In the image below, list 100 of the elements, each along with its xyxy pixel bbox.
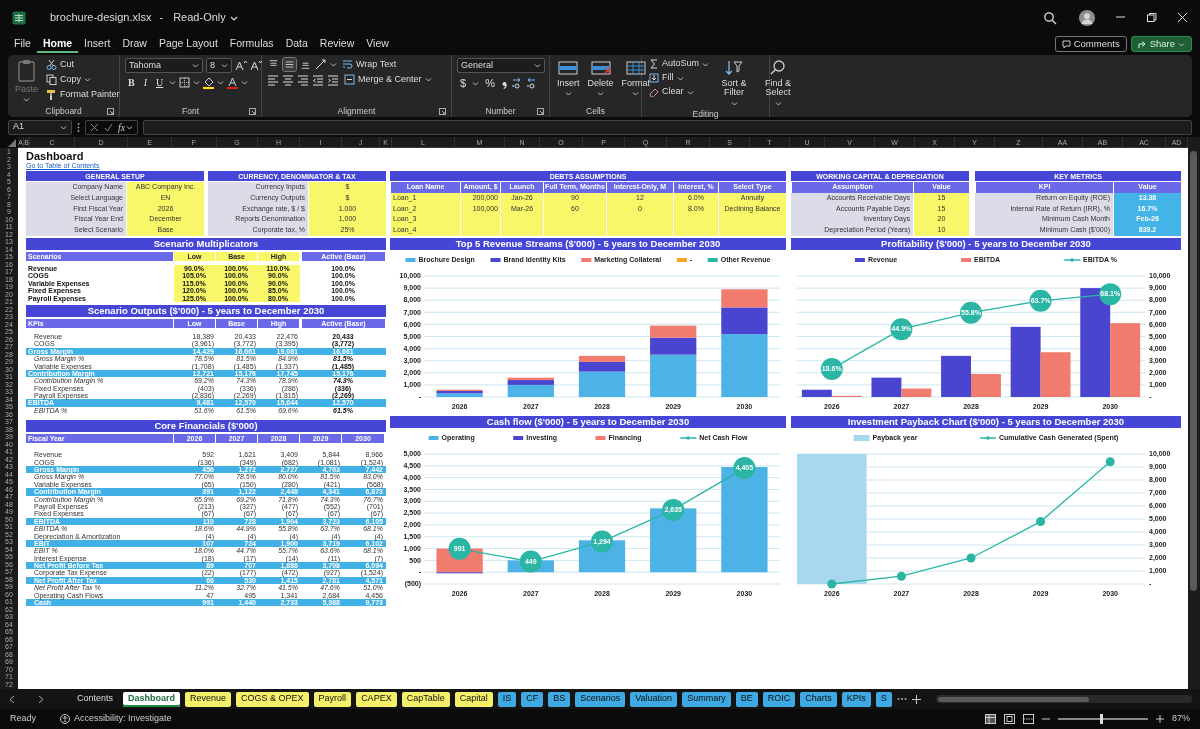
sheet-tab[interactable]: Summary xyxy=(682,691,731,707)
sheet-tab[interactable]: CF xyxy=(521,691,544,707)
caret-icon[interactable] xyxy=(330,61,337,68)
font-name-field[interactable]: Tahoma xyxy=(125,58,203,73)
increase-font-size-icon[interactable] xyxy=(235,60,247,71)
sheet-tab[interactable]: Dashboard xyxy=(123,691,181,707)
cancel-icon[interactable] xyxy=(90,122,99,132)
share-button[interactable]: Share xyxy=(1130,36,1192,52)
more-sheets-icon[interactable] xyxy=(896,697,907,701)
menu-tab[interactable]: Formulas xyxy=(223,35,280,53)
align-middle-icon[interactable] xyxy=(283,58,296,71)
bold-button[interactable]: B xyxy=(125,75,138,90)
accessibility-status[interactable]: Accessibility: Investigate xyxy=(74,711,172,726)
decrease-font-size-icon[interactable] xyxy=(250,60,262,71)
orientation-icon[interactable] xyxy=(315,59,327,70)
font-color-icon[interactable] xyxy=(227,76,239,89)
slider-thumb[interactable] xyxy=(1100,713,1104,724)
sheet-tab[interactable]: ROIC xyxy=(762,691,796,707)
caret-icon[interactable] xyxy=(472,79,480,87)
sheet-tab[interactable]: Scenarios xyxy=(575,691,626,707)
read-only-dropdown[interactable]: Read-Only xyxy=(171,9,240,26)
enter-icon[interactable] xyxy=(104,122,113,132)
merge-center-button[interactable]: Merge & Center xyxy=(342,73,434,86)
increase-decimal-icon[interactable] xyxy=(510,77,523,90)
sheet-tab[interactable]: CapTable xyxy=(401,691,450,707)
menu-tab[interactable]: Review xyxy=(313,35,361,53)
comments-button[interactable]: Comments xyxy=(1054,36,1127,52)
format-painter-button[interactable]: Format Painter xyxy=(44,88,122,101)
number-format-field[interactable]: General xyxy=(457,58,545,73)
previous-sheet-icon[interactable] xyxy=(8,694,16,704)
sheet-tab[interactable]: Payroll xyxy=(313,691,352,707)
horizontal-scrollbar[interactable] xyxy=(935,695,1192,703)
dialog-launcher-icon[interactable] xyxy=(107,108,114,115)
search-icon[interactable] xyxy=(1043,10,1057,25)
underline-button[interactable]: U xyxy=(153,75,167,90)
sheet-tab[interactable]: IS xyxy=(497,691,517,707)
currency-button[interactable]: $ xyxy=(457,75,470,92)
menu-tab[interactable]: File xyxy=(8,35,37,53)
percent-button[interactable]: % xyxy=(482,75,498,92)
caret-icon xyxy=(564,90,572,98)
close-icon[interactable] xyxy=(1177,12,1188,23)
cut-button[interactable]: Cut xyxy=(44,58,122,71)
next-sheet-icon[interactable] xyxy=(37,694,45,704)
find-select-button[interactable]: Find & Select xyxy=(757,58,800,108)
sheet-tab[interactable]: Revenue xyxy=(185,691,232,707)
menu-tab[interactable]: Page Layout xyxy=(152,35,224,53)
sheet-tab[interactable]: S xyxy=(875,691,892,707)
restore-icon[interactable] xyxy=(1146,12,1157,23)
sheet-tab[interactable]: BE xyxy=(735,691,758,707)
sheet-tab[interactable]: Contents xyxy=(72,691,119,707)
wrap-text-button[interactable]: Wrap Text xyxy=(340,58,399,71)
menu-tab[interactable]: View xyxy=(360,35,395,53)
menu-tab[interactable]: Insert xyxy=(78,35,117,53)
menu-tab[interactable]: Draw xyxy=(116,35,153,53)
zoom-in-icon[interactable] xyxy=(1156,714,1164,723)
sheet-tab[interactable]: Capital xyxy=(454,691,493,707)
sort-filter-button[interactable]: Sort & Filter xyxy=(715,58,754,108)
sheet-tab[interactable]: Charts xyxy=(800,691,837,707)
sheet-tab[interactable]: KPIs xyxy=(841,691,871,707)
sheet-tab[interactable]: Valuation xyxy=(630,691,678,707)
align-left-icon[interactable] xyxy=(267,73,279,86)
menu-tab[interactable]: Data xyxy=(279,35,314,53)
caret-icon[interactable] xyxy=(193,79,201,86)
autosum-button[interactable]: AutoSum xyxy=(647,58,712,70)
caret-icon[interactable] xyxy=(217,79,225,86)
italic-button[interactable]: I xyxy=(140,75,150,90)
align-right-icon[interactable] xyxy=(297,73,309,86)
avatar[interactable] xyxy=(1079,9,1095,26)
caret-icon[interactable] xyxy=(169,79,177,86)
delete-cells-button[interactable]: Delete xyxy=(585,58,616,105)
name-box[interactable]: A1 xyxy=(8,119,72,135)
section-header: Scenario Multiplicators xyxy=(26,238,386,250)
align-center-icon[interactable] xyxy=(282,73,294,86)
copy-button[interactable]: Copy xyxy=(44,73,122,86)
font-size-field[interactable]: 8 xyxy=(206,58,232,73)
fill-color-icon[interactable] xyxy=(203,76,215,89)
normal-view-icon[interactable] xyxy=(985,713,996,724)
decrease-indent-icon[interactable] xyxy=(312,73,324,86)
zoom-level[interactable]: 87% xyxy=(1172,711,1190,726)
vertical-scrollbar[interactable] xyxy=(1188,137,1200,689)
table-cell xyxy=(460,225,500,237)
page-break-icon[interactable] xyxy=(1023,713,1034,724)
sheet-tab[interactable]: COGS & OPEX xyxy=(236,691,309,707)
merge-cells-icon xyxy=(344,74,355,85)
page-layout-icon[interactable] xyxy=(1004,713,1015,724)
dialog-launcher-icon[interactable] xyxy=(439,108,446,115)
borders-icon[interactable] xyxy=(179,77,191,88)
add-sheet-icon[interactable] xyxy=(911,694,921,704)
dialog-launcher-icon[interactable] xyxy=(537,108,544,115)
dialog-launcher-icon[interactable] xyxy=(249,108,256,115)
caret-icon[interactable] xyxy=(241,79,249,86)
decrease-decimal-icon[interactable] xyxy=(525,77,538,90)
caret-icon xyxy=(84,76,92,83)
sheet-tab[interactable]: BS xyxy=(548,691,571,707)
increase-indent-icon[interactable] xyxy=(327,73,339,86)
more-options-icon[interactable] xyxy=(77,121,80,133)
sheet-tab[interactable]: CAPEX xyxy=(356,691,397,707)
formula-input[interactable] xyxy=(143,119,1192,135)
menu-tab[interactable]: Home xyxy=(36,35,79,53)
insert-cells-button[interactable]: Insert xyxy=(555,58,582,105)
